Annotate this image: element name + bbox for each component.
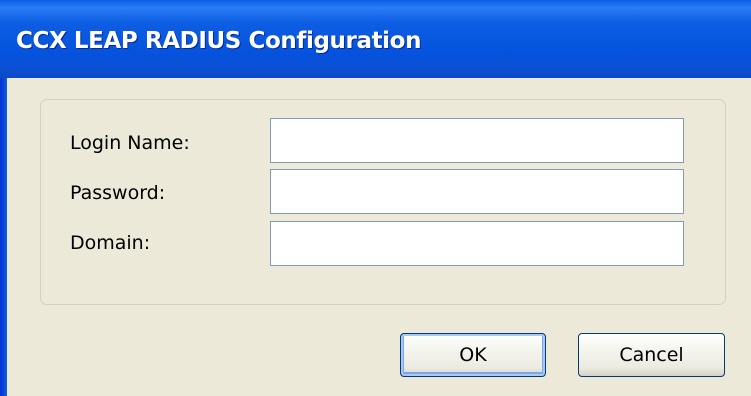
login-name-input[interactable] [270,118,684,163]
password-label: Password: [70,182,166,204]
title-bar[interactable]: CCX LEAP RADIUS Configuration [0,0,751,78]
cancel-button[interactable]: Cancel [578,333,725,377]
dialog-window: CCX LEAP RADIUS Configuration Login Name… [0,0,751,396]
domain-label: Domain: [70,232,151,254]
ok-button[interactable]: OK [400,333,546,377]
password-input[interactable] [270,169,684,214]
login-name-label: Login Name: [70,132,190,154]
dialog-title: CCX LEAP RADIUS Configuration [16,28,422,54]
window-left-border [0,78,7,396]
domain-input[interactable] [270,221,684,266]
